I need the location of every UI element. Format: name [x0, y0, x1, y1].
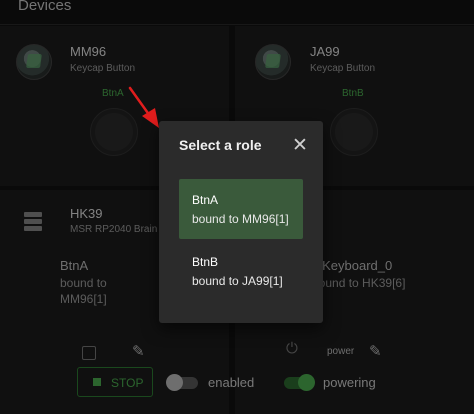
role-option-bound: bound to JA99[1] — [192, 274, 283, 288]
role-option-bound: bound to MM96[1] — [192, 212, 289, 226]
annotation-arrow-icon — [128, 86, 159, 128]
role-option-name: BtnB — [192, 255, 219, 269]
role-option-btna[interactable]: BtnA bound to MM96[1] — [179, 179, 303, 239]
dialog-title: Select a role — [179, 137, 262, 153]
role-option-name: BtnA — [192, 193, 219, 207]
role-option-btnb[interactable]: BtnB bound to JA99[1] — [179, 241, 303, 301]
close-icon[interactable]: ✕ — [292, 134, 308, 157]
select-role-dialog: Select a role ✕ BtnA bound to MM96[1] Bt… — [159, 121, 323, 323]
